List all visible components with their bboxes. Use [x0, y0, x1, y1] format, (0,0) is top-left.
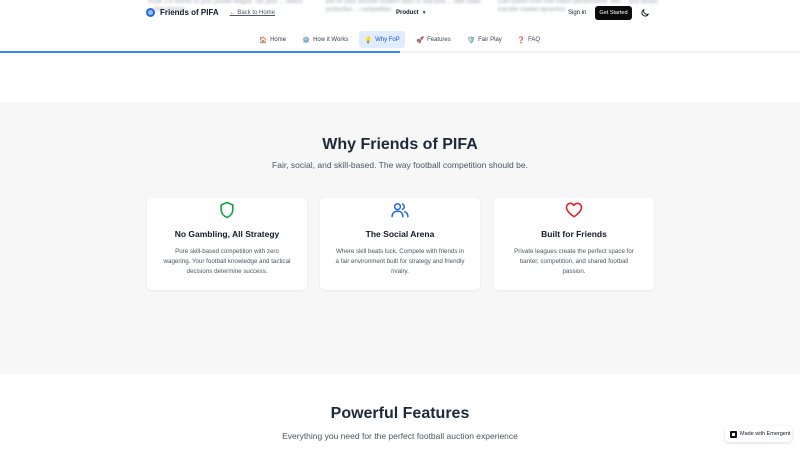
get-started-button[interactable]: Get Started — [595, 6, 632, 20]
shield-icon — [220, 201, 234, 219]
tab-fair-play[interactable]: 🛡️ Fair Play — [462, 31, 507, 48]
card-title: Built for Friends — [541, 229, 607, 239]
lightbulb-icon: 💡 — [364, 36, 373, 44]
home-icon: 🏠 — [259, 36, 268, 44]
tab-label: How it Works — [313, 36, 349, 43]
scroll-progress-fill — [0, 51, 400, 53]
tab-label: FAQ — [528, 36, 541, 43]
tab-faq[interactable]: ❓ FAQ — [512, 31, 545, 48]
sign-in-link[interactable]: Sign in — [568, 10, 586, 16]
card-built-for-friends: Built for Friends Private leagues create… — [494, 198, 654, 290]
rocket-icon: 🚀 — [416, 36, 425, 44]
top-nav: Invite 2-8 friends to your private leagu… — [0, 0, 800, 28]
features-section-title: Powerful Features — [330, 405, 470, 422]
why-section: Why Friends of PIFA Fair, social, and sk… — [0, 102, 800, 374]
tab-why-fop[interactable]: 💡 Why FoP — [359, 31, 405, 48]
question-icon: ❓ — [517, 36, 526, 44]
tab-label: Fair Play — [478, 36, 502, 43]
card-text: Pure skill-based competition with zero w… — [163, 248, 291, 275]
brand-logo-icon — [146, 8, 155, 17]
moon-icon[interactable] — [640, 8, 650, 18]
tab-features[interactable]: 🚀 Features — [411, 31, 456, 48]
made-with-emergent-badge[interactable]: Made with Emergent — [725, 426, 792, 442]
card-text: Where skill beats luck. Compete with fri… — [335, 248, 465, 275]
back-to-home-link[interactable]: ← Back to Home — [230, 10, 275, 16]
why-section-title: Why Friends of PIFA — [322, 136, 478, 153]
scroll-progress-bar — [0, 51, 800, 53]
section-tabs: 🏠 Home ⚙️ How it Works 💡 Why FoP 🚀 Featu… — [0, 31, 800, 49]
card-text: Private leagues create the perfect space… — [514, 248, 634, 275]
heart-icon — [565, 202, 583, 218]
card-no-gambling: No Gambling, All Strategy Pure skill-bas… — [147, 198, 307, 290]
chevron-down-icon: ▼ — [421, 10, 427, 16]
brand[interactable]: Friends of PIFA ← Back to Home — [146, 8, 275, 17]
shield-icon: 🛡️ — [467, 36, 476, 44]
features-section-subtitle: Everything you need for the perfect foot… — [282, 431, 518, 441]
users-icon — [391, 203, 409, 218]
tab-label: Why FoP — [375, 36, 400, 43]
tab-label: Home — [270, 36, 287, 43]
card-social-arena: The Social Arena Where skill beats luck.… — [320, 198, 480, 290]
brand-name: Friends of PIFA — [160, 8, 219, 17]
product-menu-label: Product — [396, 10, 419, 16]
tab-label: Features — [427, 36, 451, 43]
tab-home[interactable]: 🏠 Home — [254, 31, 291, 48]
card-title: The Social Arena — [365, 229, 435, 239]
tab-how-it-works[interactable]: ⚙️ How it Works — [297, 31, 353, 48]
why-section-subtitle: Fair, social, and skill-based. The way f… — [272, 160, 528, 170]
gear-icon: ⚙️ — [302, 36, 311, 44]
card-title: No Gambling, All Strategy — [174, 229, 280, 239]
emergent-logo-icon — [730, 430, 737, 438]
product-menu[interactable]: Product ▼ — [396, 10, 427, 16]
badge-label: Made with Emergent — [740, 431, 791, 437]
